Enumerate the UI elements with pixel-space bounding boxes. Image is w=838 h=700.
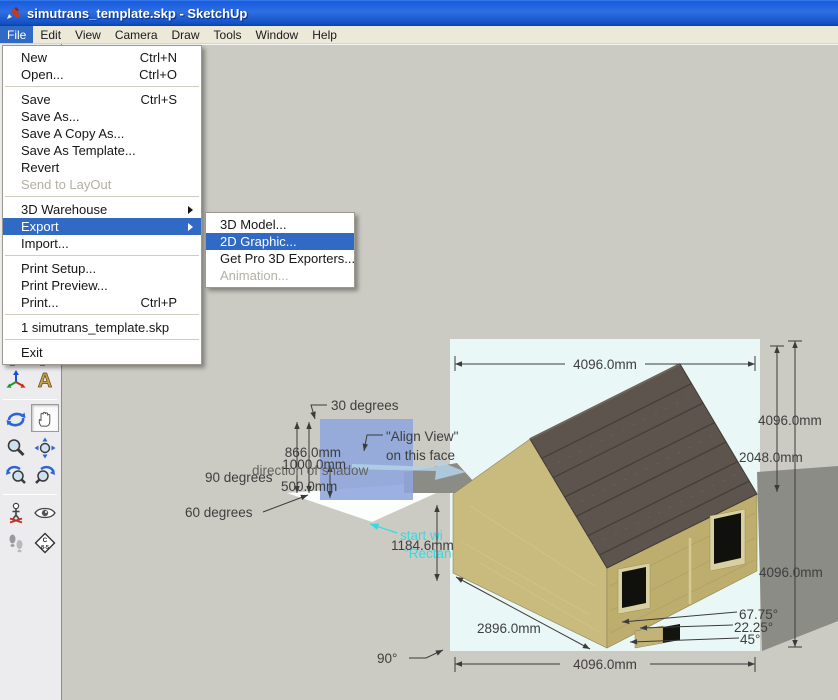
window-title: simutrans_template.skp - SketchUp [27,6,247,21]
window-glass-left [622,567,646,608]
menu-item-print-preview[interactable]: Print Preview... [3,277,201,294]
menu-window[interactable]: Window [249,26,306,43]
menu-help[interactable]: Help [305,26,344,43]
menu-tools[interactable]: Tools [207,26,249,43]
label-2896mm: 2896.0mm [477,621,541,636]
compass-icon: C 8-5 [33,531,57,555]
menu-separator [3,311,201,319]
menu-item-exit[interactable]: Exit [3,344,201,361]
menu-separator [3,83,201,91]
sketchup-logo-icon [5,5,21,21]
menu-separator [3,193,201,201]
look-around-eye-icon [33,501,57,525]
shortcut: Ctrl+S [141,91,177,108]
menu-camera[interactable]: Camera [108,26,165,43]
look-around-button[interactable] [31,499,59,527]
orbit-icon [4,406,28,430]
menu-item-animation: Animation... [206,267,354,284]
menu-edit[interactable]: Edit [33,26,68,43]
position-camera-icon [4,501,28,525]
zoom-button[interactable] [2,434,30,462]
compass-tool-button[interactable]: C 8-5 [31,529,59,557]
label-500mm: 500.0mm [281,479,337,494]
menu-item-save-a-copy-as[interactable]: Save A Copy As... [3,125,201,142]
svg-text:C: C [43,537,48,544]
svg-text:A: A [38,370,52,392]
label-dim-top: 4096.0mm [573,357,637,372]
toolbar-separator [3,399,57,400]
axes-tool-button[interactable] [2,366,30,394]
menu-item-3d-model[interactable]: 3D Model... [206,216,354,233]
label-dim-right-total: 4096.0mm [758,413,822,428]
menu-item-save[interactable]: SaveCtrl+S [3,91,201,108]
label-30-degrees: 30 degrees [331,398,399,413]
zoom-next-button[interactable] [31,462,59,490]
walk-footprints-icon [4,531,28,555]
label-1000mm: 1000.0mm [282,457,346,472]
menu-item-get-pro-3d-exporters[interactable]: Get Pro 3D Exporters... [206,250,354,267]
orbit-button[interactable] [2,404,30,432]
axes-icon [4,368,28,392]
shortcut: Ctrl+O [139,66,177,83]
zoom-previous-icon [4,464,28,488]
toolbar-separator [3,494,57,495]
menu-draw[interactable]: Draw [165,26,207,43]
menu-view[interactable]: View [68,26,108,43]
menu-item-print[interactable]: Print...Ctrl+P [3,294,201,311]
menu-separator [3,336,201,344]
zoom-previous-button[interactable] [2,462,30,490]
file-menu: NewCtrl+N Open...Ctrl+O SaveCtrl+S Save … [2,45,202,365]
shortcut: Ctrl+N [140,49,177,66]
menu-item-3d-warehouse[interactable]: 3D Warehouse [3,201,201,218]
text-3d-icon: A [33,368,57,392]
menu-item-export[interactable]: Export [3,218,201,235]
label-on-this-face: on this face [386,448,455,463]
title-bar[interactable]: simutrans_template.skp - SketchUp [0,0,838,26]
label-60-degrees: 60 degrees [185,505,253,520]
menu-file[interactable]: File [0,26,33,43]
menu-separator [3,252,201,260]
pan-button[interactable] [31,404,59,432]
svg-text:8-5: 8-5 [41,545,49,551]
menu-item-save-as[interactable]: Save As... [3,108,201,125]
menu-item-2d-graphic[interactable]: 2D Graphic... [206,233,354,250]
position-camera-button[interactable] [2,499,30,527]
label-angle-45: 45° [740,632,760,647]
text-tool-button[interactable]: A [31,366,59,394]
export-submenu: 3D Model... 2D Graphic... Get Pro 3D Exp… [205,212,355,288]
label-align-view: "Align View" [386,429,459,444]
menu-bar: File Edit View Camera Draw Tools Window … [0,26,838,44]
zoom-extents-icon [33,436,57,460]
shortcut: Ctrl+P [141,294,177,311]
menu-item-revert[interactable]: Revert [3,159,201,176]
label-1184mm: 1184.6mm [391,538,454,553]
label-dim-right-half: 2048.0mm [739,450,803,465]
label-angle-90: 90° [377,651,397,666]
zoom-extents-button[interactable] [31,434,59,462]
menu-item-send-to-layout: Send to LayOut [3,176,201,193]
menu-item-print-setup[interactable]: Print Setup... [3,260,201,277]
zoom-icon [4,436,28,460]
window-glass-right [714,513,741,564]
menu-item-new[interactable]: NewCtrl+N [3,49,201,66]
menu-item-recent-file[interactable]: 1 simutrans_template.skp [3,319,201,336]
menu-item-open[interactable]: Open...Ctrl+O [3,66,201,83]
label-dim-right-lower: 4096.0mm [759,565,823,580]
walk-button[interactable] [2,529,30,557]
label-dim-bottom: 4096.0mm [573,657,637,672]
pan-hand-icon [33,406,57,430]
menu-item-save-as-template[interactable]: Save As Template... [3,142,201,159]
zoom-next-icon [33,464,57,488]
menu-item-import[interactable]: Import... [3,235,201,252]
sketchup-window: simutrans_template.skp - SketchUp File E… [0,0,838,700]
